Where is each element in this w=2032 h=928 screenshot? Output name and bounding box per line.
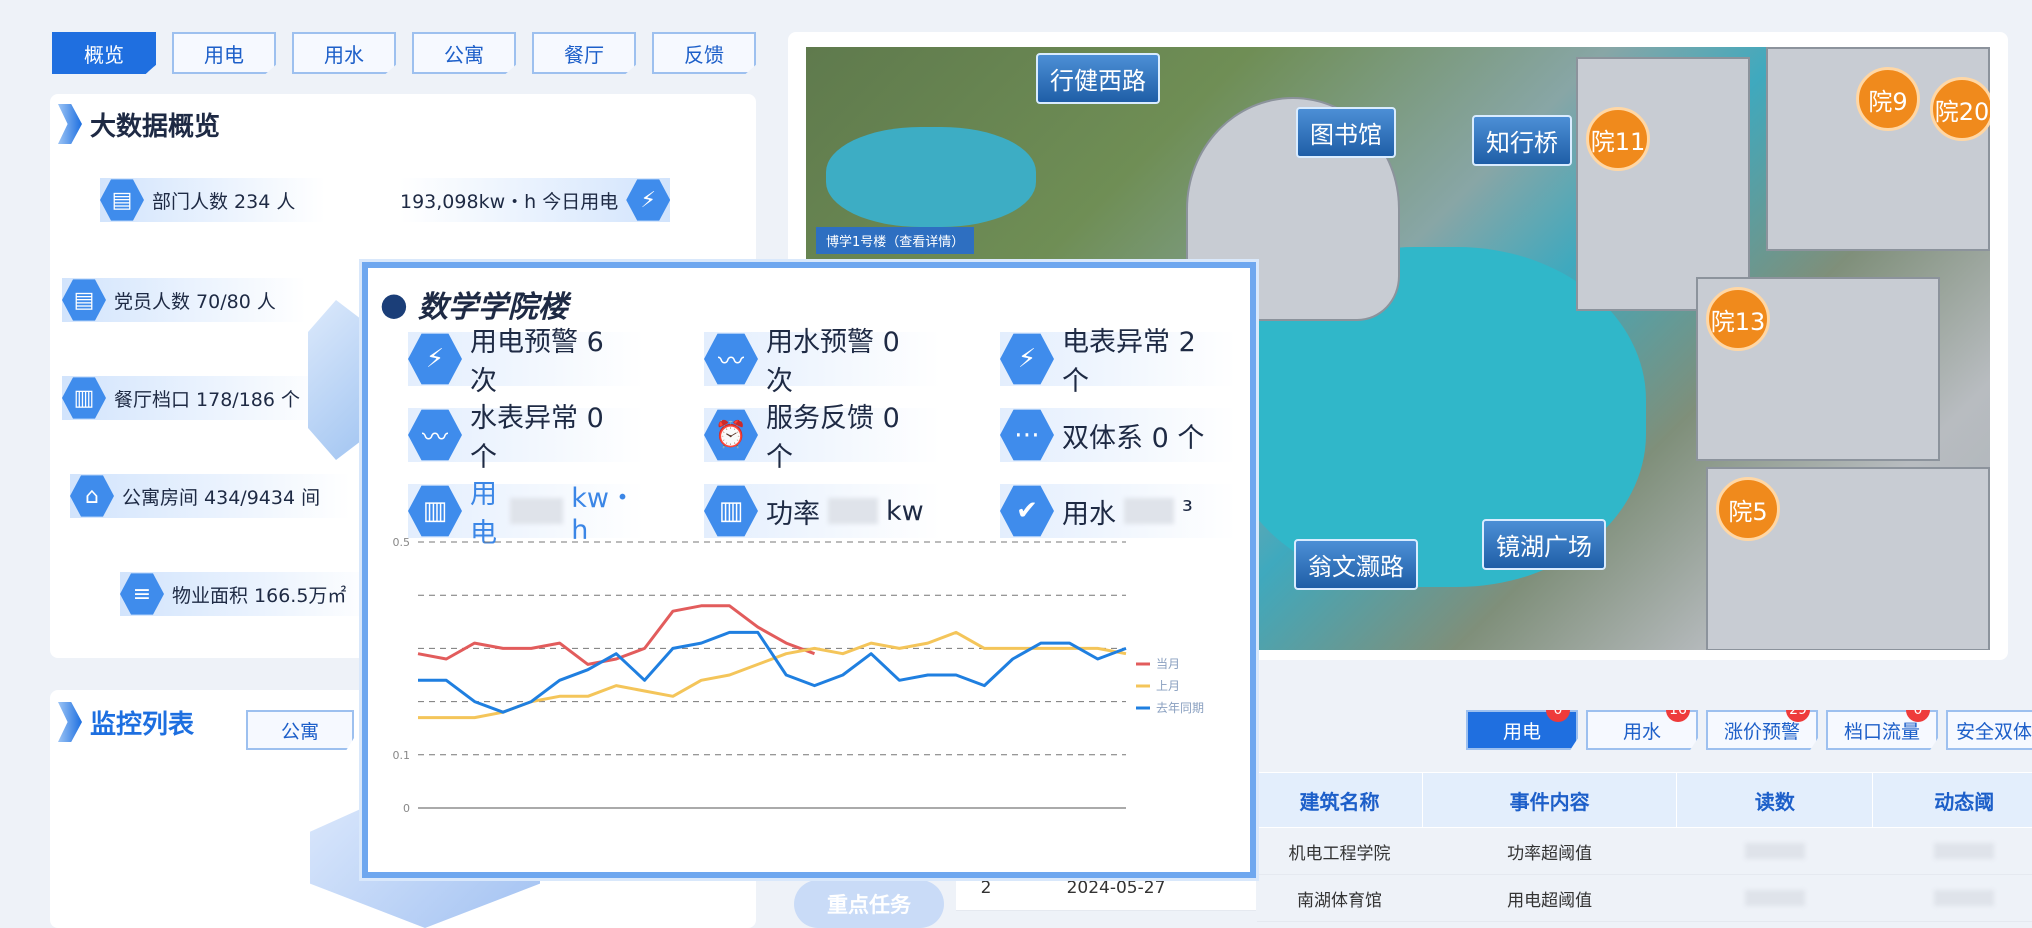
monitor-title-text: 监控列表 [90, 709, 195, 740]
popup-cards: ⚡ 用电预警 6 次 〰用水预警 0 次 ⚡ 电表异常 2 个 〰水表异常 0 个 … [408, 327, 1248, 549]
map-pin-5[interactable]: 院5 [1716, 477, 1780, 541]
water-trend-icon: 〰 [704, 333, 758, 385]
masked-value [1934, 890, 1995, 906]
location-pin-icon: ● [380, 285, 408, 323]
masked-value [510, 498, 564, 524]
table-header: 建筑名称 事件内容 读数 动态阈 [1256, 772, 2032, 828]
stat-dept: ▤ 部门人数 234 人 [100, 178, 326, 222]
usage-line-chart: 0 0.1 0.5 当月上月去年同期 [393, 536, 1205, 815]
series-line-2 [418, 630, 1127, 714]
lightning-icon: ⚡ [1000, 333, 1054, 385]
pond [826, 127, 1036, 227]
building-icon: ▤ [62, 279, 106, 321]
meter-icon: ▥ [704, 485, 758, 537]
campus-building [1576, 57, 1750, 311]
tab-overview[interactable]: 概览 [52, 32, 156, 74]
map-pin-9[interactable]: 院9 [1856, 67, 1920, 131]
lightning-icon: ⚡ [626, 179, 671, 221]
alert-table: 建筑名称 事件内容 读数 动态阈 机电工程学院 功率超阈值 南湖体育馆 用电超阈… [1256, 772, 2032, 922]
overview-title: 大数据概览 [58, 104, 220, 144]
water-trend-icon: 〰 [408, 409, 462, 461]
masked-value [1934, 843, 1995, 859]
card-water-meter-error[interactable]: 〰水表异常 0 个 [408, 403, 644, 473]
map-pin-20[interactable]: 院20 [1930, 77, 1990, 141]
alert-table-wrap: 建筑名称 事件内容 读数 动态阈 机电工程学院 功率超阈值 南湖体育馆 用电超阈… [1256, 772, 2032, 928]
map-pin-13[interactable]: 院13 [1706, 287, 1770, 351]
card-power-rate[interactable]: ▥ 功率 kw [704, 484, 940, 538]
table-row[interactable]: 机电工程学院 功率超阈值 [1256, 827, 2032, 875]
tab-electricity[interactable]: 用电 [172, 32, 276, 74]
map-label-bridge[interactable]: 知行桥 [1472, 115, 1572, 166]
legend-label: 当月 [1156, 657, 1180, 671]
y-tick-label: 0 [403, 802, 410, 815]
building-icon: ▤ [100, 179, 144, 221]
card-dual-system[interactable]: ⋯ 双体系 0 个 [1000, 408, 1236, 462]
alert-tab-water[interactable]: 用水 16 [1586, 710, 1698, 750]
database-icon: ≡ [120, 573, 164, 615]
chevron-icon [58, 702, 82, 742]
home-icon: ⌂ [70, 475, 114, 517]
tab-feedback[interactable]: 反馈 [652, 32, 756, 74]
masked-value [1744, 843, 1805, 859]
map-label-square[interactable]: 镜湖广场 [1482, 519, 1606, 570]
lightning-icon: ⚡ [408, 333, 462, 385]
masked-value [1124, 498, 1174, 524]
monitor-tab-apartment[interactable]: 公寓 [246, 710, 354, 750]
legend-label: 去年同期 [1156, 701, 1204, 715]
y-tick-label: 0.5 [393, 536, 411, 549]
count-badge: 0 [1906, 710, 1930, 722]
alert-tab-price[interactable]: 涨价预警 29 [1706, 710, 1818, 750]
count-badge: 29 [1786, 710, 1810, 722]
card-meter-error[interactable]: ⚡ 电表异常 2 个 [1000, 327, 1236, 397]
stat-area: ≡ 物业面积 166.5万㎡ [120, 572, 377, 616]
tab-apartment[interactable]: 公寓 [412, 32, 516, 74]
masked-value [828, 498, 878, 524]
shield-check-icon: ✔ [1000, 485, 1054, 537]
masked-value [1744, 890, 1805, 906]
count-badge: 16 [1666, 710, 1690, 722]
count-badge: 0 [1546, 710, 1570, 722]
alert-tab-safety[interactable]: 安全双体 [1946, 710, 2032, 750]
monitor-title: 监控列表 [58, 702, 194, 742]
alert-tab-flow[interactable]: 档口流量 0 [1826, 710, 1938, 750]
card-water-warning[interactable]: 〰用水预警 0 次 [704, 327, 940, 397]
stat-canteen: ▥ 餐厅档口 178/186 个 [62, 376, 331, 420]
y-tick-label: 0.1 [393, 749, 411, 762]
stat-party: ▤ 党员人数 70/80 人 [62, 278, 306, 322]
map-label-library[interactable]: 图书馆 [1296, 107, 1396, 158]
alert-tab-electricity[interactable]: 用电 0 [1466, 710, 1578, 750]
stat-apartment: ⌂ 公寓房间 434/9434 间 [70, 474, 351, 518]
map-pin-11[interactable]: 院11 [1586, 107, 1650, 171]
tab-water[interactable]: 用水 [292, 32, 396, 74]
chevron-icon [58, 104, 82, 144]
row-date: 2024-05-27 [1066, 878, 1166, 898]
card-power-warning[interactable]: ⚡ 用电预警 6 次 [408, 327, 644, 397]
alarm-icon: ⏰ [704, 409, 758, 461]
building-popup: ● 数学学院楼 ⚡ 用电预警 6 次 〰用水预警 0 次 ⚡ 电表异常 2 个 〰水… [362, 262, 1256, 878]
tab-canteen[interactable]: 餐厅 [532, 32, 636, 74]
stat-power-today: 193,098kw・h 今日用电 ⚡ [400, 178, 671, 222]
map-label-road[interactable]: 行健西路 [1036, 53, 1160, 104]
meter-icon: ▥ [408, 485, 462, 537]
document-icon: ▥ [62, 377, 106, 419]
row-number: 2 [980, 878, 992, 898]
map-label-road-2[interactable]: 翁文灏路 [1294, 539, 1418, 590]
card-power-usage[interactable]: ▥ 用电 kw・h [408, 479, 644, 549]
top-tab-bar: 概览 用电 用水 公寓 餐厅 反馈 [52, 32, 756, 74]
map-tooltip[interactable]: 博学1号楼（查看详情） [816, 227, 975, 254]
overview-title-text: 大数据概览 [90, 111, 221, 142]
key-task-button[interactable]: 重点任务 [794, 880, 944, 928]
card-service-feedback[interactable]: ⏰ 服务反馈 0 个 [704, 403, 940, 473]
legend-label: 上月 [1156, 679, 1180, 693]
alert-tab-bar: 用电 0 用水 16 涨价预警 29 档口流量 0 安全双体 [1466, 710, 2032, 750]
card-water-usage[interactable]: ✔ 用水 ³ [1000, 484, 1236, 538]
more-icon: ⋯ [1000, 409, 1054, 461]
table-row[interactable]: 南湖体育馆 用电超阈值 [1256, 874, 2032, 922]
